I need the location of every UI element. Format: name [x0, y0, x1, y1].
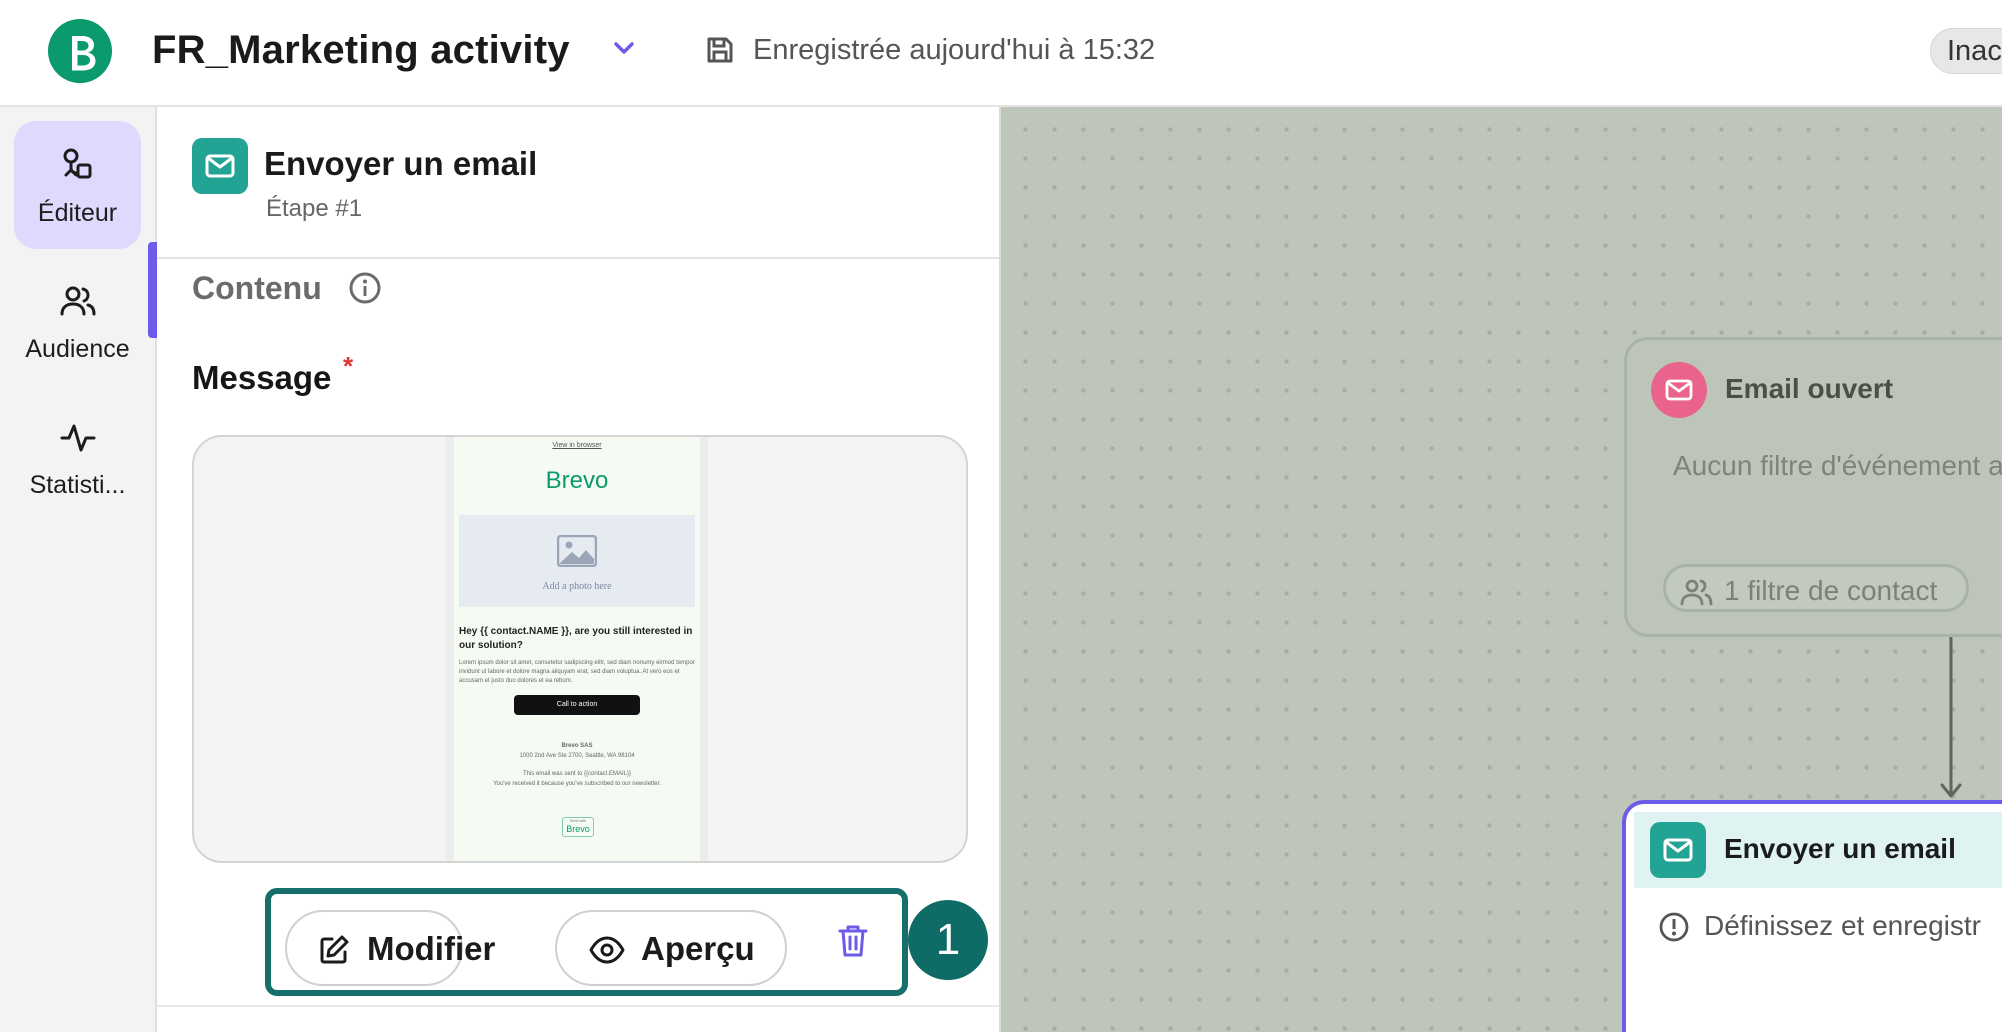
badge-brand-text: Brevo [566, 824, 590, 834]
envelope-icon [192, 138, 248, 194]
chevron-down-icon[interactable] [606, 30, 642, 66]
users-icon [58, 281, 98, 321]
nav-item-editor[interactable]: Éditeur [14, 121, 141, 249]
send-email-node-title: Envoyer un email [1724, 833, 1956, 864]
contact-filter-label: 1 filtre de contact [1724, 575, 1938, 606]
email-thumbnail: View in browser Brevo Add a photo here H… [446, 437, 708, 861]
edit-button[interactable]: Modifier [285, 910, 495, 986]
photo-placeholder-label: Add a photo here [542, 581, 612, 592]
email-footer: Brevo SAS 1000 2nd Ave Ste 2700, Seattle… [454, 741, 700, 789]
contact-filter-chip[interactable]: 1 filtre de contact [1663, 564, 1969, 612]
send-email-node-description: Définissez et enregistr [1704, 910, 1982, 941]
email-brand-logo: Brevo [545, 467, 609, 494]
preview-button-label: Aperçu [641, 930, 755, 967]
email-preview[interactable]: View in browser Brevo Add a photo here H… [192, 435, 968, 863]
connector-arrow [1940, 637, 1962, 798]
email-body-text: Lorem ipsum dolor sit amet, consetetur s… [459, 660, 695, 684]
footer-company: Brevo SAS [561, 743, 593, 749]
workflow-editor-icon [58, 145, 98, 185]
trigger-node[interactable]: Email ouvert Aucun filtre d'événement a … [1624, 337, 2002, 637]
envelope-icon [1651, 362, 1707, 418]
save-status: Enregistrée aujourd'hui à 15:32 [753, 34, 1156, 66]
nav-item-statistics[interactable]: Statisti... [14, 393, 141, 521]
footer-sent-to: This email was sent to {{contact.EMAIL}} [522, 771, 632, 777]
workflow-title: FR_Marketing activity [152, 28, 570, 72]
status-badge[interactable]: Inac [1930, 28, 2002, 74]
step-settings-panel: Envoyer un email Étape #1 Contenu Messag… [157, 107, 1001, 1032]
brevo-logo[interactable] [48, 19, 112, 83]
send-email-node[interactable]: Envoyer un email Définissez et enregistr [1622, 800, 2002, 1032]
step-number: Étape #1 [266, 195, 363, 222]
info-icon[interactable] [348, 271, 382, 310]
step-marker: 1 [908, 900, 988, 980]
sent-with-brevo-badge: Sent with Brevo [562, 817, 594, 837]
nav-item-audience[interactable]: Audience [14, 257, 141, 385]
image-icon [557, 535, 597, 567]
nav-label-statistics: Statisti... [29, 471, 126, 499]
trigger-title: Email ouvert [1725, 373, 1894, 404]
eye-icon [589, 936, 625, 964]
content-section-label: Contenu [192, 270, 322, 306]
nav-label-editor: Éditeur [37, 199, 118, 227]
email-heading: Hey {{ contact.NAME }}, are you still in… [459, 626, 693, 651]
activity-pulse-icon [58, 417, 98, 457]
pencil-square-icon [320, 935, 349, 964]
photo-placeholder: Add a photo here [459, 515, 695, 607]
trash-icon[interactable] [837, 923, 869, 964]
envelope-icon [1650, 822, 1706, 878]
view-in-browser-link: View in browser [552, 442, 602, 449]
left-nav: Éditeur Audience Statisti... [0, 107, 157, 1032]
message-label: Message [192, 359, 332, 396]
panel-header: Envoyer un email Étape #1 [157, 107, 999, 259]
footer-address: 1000 2nd Ave Ste 2700, Seattle, WA 98104 [519, 753, 635, 759]
divider [157, 1005, 999, 1007]
active-nav-indicator [148, 242, 157, 338]
edit-button-label: Modifier [367, 930, 496, 967]
warning-icon [1658, 911, 1690, 948]
footer-reason: You've received it because you've subscr… [493, 781, 661, 787]
workflow-canvas[interactable]: Email ouvert Aucun filtre d'événement a … [1001, 107, 2002, 1032]
nav-label-audience: Audience [25, 335, 130, 363]
email-cta-button: Call to action [514, 695, 640, 715]
trigger-description: Aucun filtre d'événement a [1673, 450, 2002, 481]
preview-button[interactable]: Aperçu [555, 910, 787, 986]
floppy-disk-icon [704, 34, 736, 71]
send-email-node-header: Envoyer un email [1634, 812, 2002, 888]
top-bar: FR_Marketing activity Enregistrée aujour… [0, 0, 2002, 107]
users-icon [1680, 579, 1713, 606]
step-title: Envoyer un email [264, 145, 538, 182]
required-indicator: * [343, 351, 354, 381]
